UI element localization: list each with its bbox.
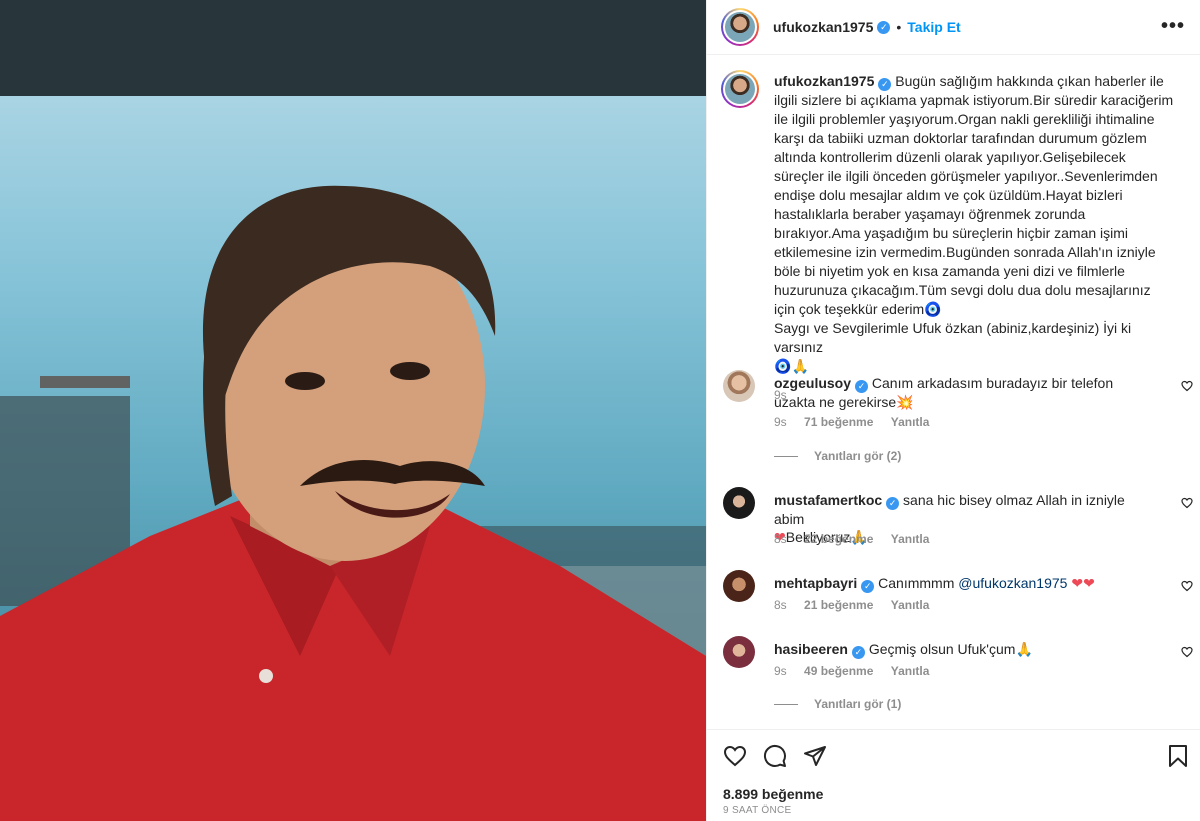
comment-text: Canımmmm	[878, 575, 955, 591]
comment-likes[interactable]: 22 beğenme	[804, 532, 873, 546]
caption-body: Bugün sağlığım hakkında çıkan haberler i…	[774, 73, 1174, 317]
caption-author-username[interactable]: ufukozkan1975	[774, 73, 874, 89]
like-comment-heart-icon[interactable]	[1181, 497, 1193, 509]
mention-link[interactable]: @ufukozkan1975	[958, 575, 1067, 591]
verified-badge-icon: ✓	[877, 20, 891, 34]
commenter-avatar[interactable]	[723, 570, 755, 602]
comment-bubble-icon[interactable]	[763, 744, 787, 768]
reply-button[interactable]: Yanıtla	[891, 415, 930, 429]
commenter-username[interactable]: hasibeeren	[774, 641, 848, 657]
commenter-avatar[interactable]	[723, 636, 755, 668]
verified-badge-icon: ✓	[878, 78, 892, 91]
caption-author-avatar[interactable]	[721, 70, 759, 108]
like-heart-icon[interactable]	[723, 744, 747, 768]
replies-divider	[774, 455, 798, 457]
comment-likes[interactable]: 21 beğenme	[804, 598, 873, 612]
sparkle-emoji-icon: 💥	[896, 394, 914, 410]
post-timestamp: 9 SAAT ÖNCE	[723, 805, 792, 816]
reply-button[interactable]: Yanıtla	[891, 532, 930, 546]
praying-hands-emoji-icon: 🙏	[791, 358, 809, 374]
replies-divider	[774, 703, 798, 705]
verified-badge-icon: ✓	[886, 497, 900, 510]
comments-scroll-area[interactable]: ufukozkan1975 ✓ Bugün sağlığım hakkında ç…	[707, 56, 1200, 728]
share-paper-plane-icon[interactable]	[803, 744, 827, 768]
comment-time: 8s	[774, 532, 787, 546]
view-replies-label: Yanıtları gör (1)	[814, 697, 902, 711]
more-options-icon[interactable]: •••	[1161, 15, 1185, 38]
commenter-avatar[interactable]	[723, 370, 755, 402]
comment-text: Geçmiş olsun Ufuk'çum	[868, 641, 1016, 657]
author-avatar[interactable]	[721, 8, 759, 46]
comment-likes[interactable]: 49 beğenme	[804, 664, 873, 678]
view-replies-label: Yanıtları gör (2)	[814, 449, 902, 463]
comment-time: 9s	[774, 415, 787, 429]
commenter-username[interactable]: ozgeulusoy	[774, 375, 851, 391]
commenter-username[interactable]: mehtapbayri	[774, 575, 857, 591]
caption-tail: Saygı ve Sevgilerimle Ufuk özkan (abiniz…	[774, 320, 1132, 355]
comment-time: 9s	[774, 664, 787, 678]
post-media[interactable]	[0, 0, 706, 821]
like-comment-heart-icon[interactable]	[1181, 580, 1193, 592]
reply-button[interactable]: Yanıtla	[891, 664, 930, 678]
comment-likes[interactable]: 71 beğenme	[804, 415, 873, 429]
nazar-emoji-icon: 🧿	[924, 301, 942, 317]
commenter-avatar[interactable]	[723, 487, 755, 519]
like-comment-heart-icon[interactable]	[1181, 646, 1193, 658]
like-comment-heart-icon[interactable]	[1181, 380, 1193, 392]
post-header: ufukozkan1975 ✓ • Takip Et •••	[707, 0, 1200, 55]
comment-time: 8s	[774, 598, 787, 612]
follow-button[interactable]: Takip Et	[907, 19, 960, 35]
reply-button[interactable]: Yanıtla	[891, 598, 930, 612]
post-actions: 8.899 beğenme 9 SAAT ÖNCE	[707, 729, 1200, 821]
red-heart-emoji-icon: ❤❤	[1071, 575, 1095, 591]
post-likes-count[interactable]: 8.899 beğenme	[723, 786, 823, 802]
commenter-username[interactable]: mustafamertkoc	[774, 492, 882, 508]
verified-badge-icon: ✓	[851, 646, 865, 659]
verified-badge-icon: ✓	[861, 580, 875, 593]
photo-illustration	[0, 185, 706, 821]
view-replies-button[interactable]: Yanıtları gör (2)	[774, 449, 901, 463]
post-side-panel: ufukozkan1975 ✓ • Takip Et ••• ufukozkan…	[706, 0, 1200, 821]
nazar-emoji-icon: 🧿	[774, 358, 792, 374]
separator-dot: •	[896, 19, 902, 35]
media-letterbox	[0, 0, 706, 96]
verified-badge-icon: ✓	[855, 380, 869, 393]
praying-hands-emoji-icon: 🙏	[1015, 641, 1033, 657]
view-replies-button[interactable]: Yanıtları gör (1)	[774, 697, 901, 711]
save-bookmark-icon[interactable]	[1167, 744, 1189, 768]
author-username[interactable]: ufukozkan1975	[773, 19, 873, 35]
